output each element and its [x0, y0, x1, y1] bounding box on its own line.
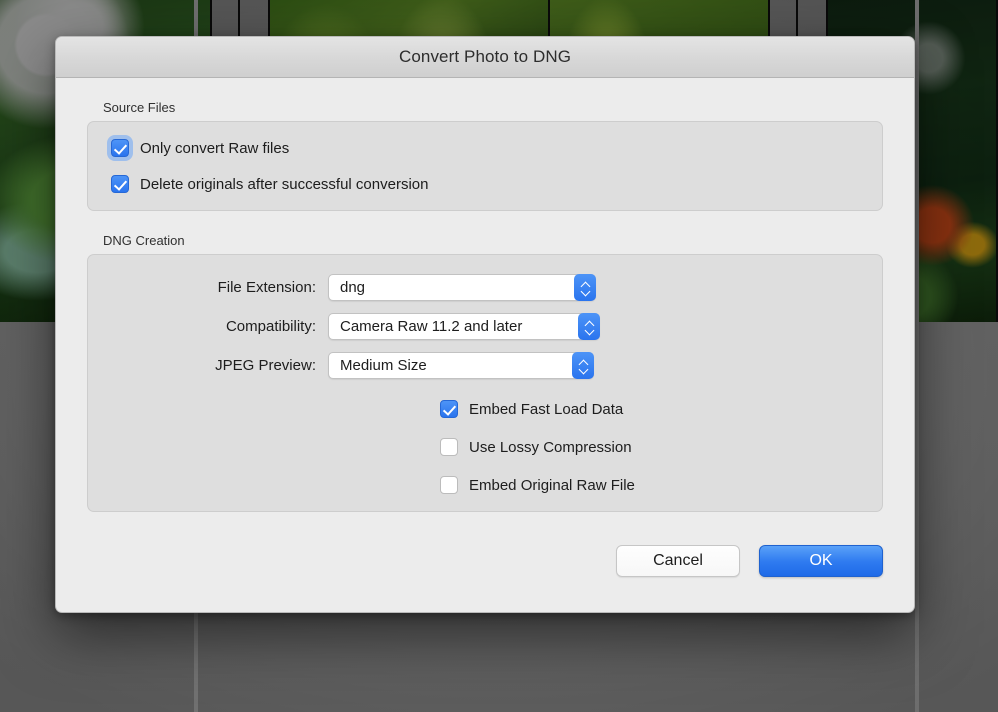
stepper-up-down-icon[interactable] — [572, 352, 594, 379]
source-files-group: Only convert Raw files Delete originals … — [87, 121, 883, 211]
checkbox-row-embed-original-raw-file[interactable]: Embed Original Raw File — [440, 476, 882, 494]
dropdown-compatibility[interactable]: Camera Raw 11.2 and later — [328, 313, 600, 340]
checkbox-only-convert-raw-files[interactable] — [111, 139, 129, 157]
chevron-down-icon — [581, 289, 590, 294]
dng-creation-group: File Extension: dng Compatibility: Camer… — [87, 254, 883, 512]
dropdown-file-extension[interactable]: dng — [328, 274, 596, 301]
ok-button[interactable]: OK — [759, 545, 883, 577]
checkbox-label-use-lossy-compression: Use Lossy Compression — [469, 438, 632, 456]
checkbox-label-embed-original-raw-file: Embed Original Raw File — [469, 476, 635, 494]
dialog-titlebar: Convert Photo to DNG — [56, 37, 914, 78]
dropdown-jpeg-preview[interactable]: Medium Size — [328, 352, 594, 379]
dialog-body: Source Files Only convert Raw files Dele… — [56, 100, 914, 577]
chevron-down-icon — [579, 367, 588, 372]
checkbox-label-only-convert-raw-files: Only convert Raw files — [140, 139, 290, 157]
checkbox-use-lossy-compression[interactable] — [440, 438, 458, 456]
label-jpeg-preview: JPEG Preview: — [215, 357, 316, 374]
label-file-extension: File Extension: — [217, 279, 316, 296]
source-files-group-label: Source Files — [103, 100, 176, 115]
field-row-file-extension: File Extension: dng — [88, 274, 882, 301]
checkbox-row-embed-fast-load-data[interactable]: Embed Fast Load Data — [440, 400, 882, 418]
field-row-compatibility: Compatibility: Camera Raw 11.2 and later — [88, 313, 882, 340]
dropdown-value-file-extension: dng — [340, 279, 366, 296]
dng-creation-group-label: DNG Creation — [103, 233, 185, 248]
field-row-jpeg-preview: JPEG Preview: Medium Size — [88, 352, 882, 379]
checkbox-row-only-convert-raw[interactable]: Only convert Raw files — [111, 139, 882, 157]
label-compatibility: Compatibility: — [225, 318, 316, 335]
dng-creation-options: Embed Fast Load Data Use Lossy Compressi… — [88, 400, 882, 494]
checkbox-row-delete-originals[interactable]: Delete originals after successful conver… — [111, 175, 882, 193]
chevron-down-icon — [585, 328, 594, 333]
dialog-title: Convert Photo to DNG — [398, 47, 572, 66]
stepper-up-down-icon[interactable] — [578, 313, 600, 340]
checkbox-row-use-lossy-compression[interactable]: Use Lossy Compression — [440, 438, 882, 456]
stepper-up-down-icon[interactable] — [574, 274, 596, 301]
checkbox-embed-original-raw-file[interactable] — [440, 476, 458, 494]
cancel-button[interactable]: Cancel — [616, 545, 740, 577]
checkbox-label-delete-originals: Delete originals after successful conver… — [140, 175, 429, 193]
convert-photo-to-dng-dialog: Convert Photo to DNG Source Files Only c… — [55, 36, 915, 613]
dropdown-value-compatibility: Camera Raw 11.2 and later — [340, 318, 523, 335]
checkbox-delete-originals[interactable] — [111, 175, 129, 193]
checkbox-label-embed-fast-load-data: Embed Fast Load Data — [469, 400, 624, 418]
dialog-footer: Cancel OK — [87, 545, 883, 577]
dropdown-value-jpeg-preview: Medium Size — [340, 357, 427, 374]
checkbox-embed-fast-load-data[interactable] — [440, 400, 458, 418]
